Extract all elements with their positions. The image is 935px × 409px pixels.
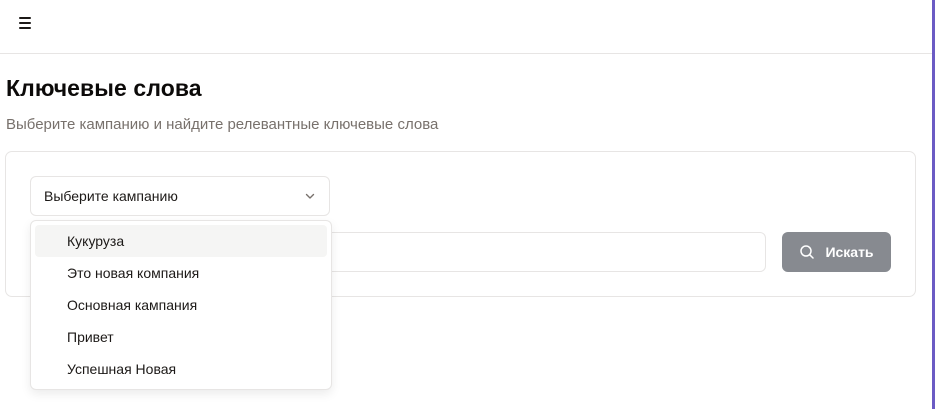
campaign-dropdown-menu: Кукуруза Это новая компания Основная кам… (30, 220, 332, 390)
campaign-option[interactable]: Основная кампания (35, 289, 327, 321)
top-bar (0, 0, 932, 54)
page-subtitle: Выберите кампанию и найдите релевантные … (6, 116, 439, 133)
campaign-select[interactable]: Выберите кампанию (30, 176, 330, 216)
page: Ключевые слова Выберите кампанию и найди… (0, 0, 935, 409)
menu-button[interactable] (14, 12, 36, 34)
page-title: Ключевые слова (6, 75, 202, 101)
campaign-option[interactable]: Привет (35, 321, 327, 353)
campaign-select-value: Выберите кампанию (44, 188, 178, 204)
campaign-option[interactable]: Кукуруза (35, 225, 327, 257)
search-button[interactable]: Искать (782, 232, 891, 272)
campaign-option[interactable]: Это новая компания (35, 257, 327, 289)
campaign-option[interactable]: Успешная Новая (35, 353, 327, 385)
hamburger-menu-icon (19, 17, 31, 29)
search-icon (800, 245, 815, 259)
search-button-label: Искать (825, 244, 874, 260)
chevron-down-icon (305, 193, 315, 199)
